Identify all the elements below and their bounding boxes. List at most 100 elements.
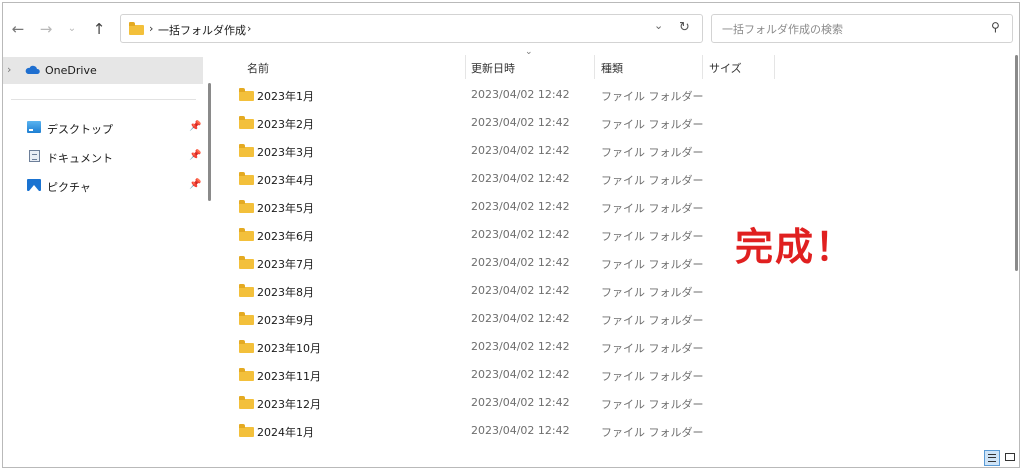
nav-item-label: デスクトップ (47, 123, 113, 136)
search-icon[interactable]: ⚲ (991, 20, 1000, 34)
search-input[interactable] (720, 20, 974, 38)
table-row[interactable]: 2023年3月 2023/04/02 12:42 ファイル フォルダー (231, 137, 791, 165)
forward-button[interactable]: → (37, 20, 55, 38)
nav-item-onedrive[interactable]: › OneDrive (3, 57, 203, 84)
column-header-type[interactable]: 種類 (601, 60, 623, 76)
file-name[interactable]: 2023年7月 (257, 256, 314, 272)
table-row[interactable]: 2023年11月 2023/04/02 12:42 ファイル フォルダー (231, 361, 791, 389)
modified-date: 2023/04/02 12:42 (471, 396, 570, 409)
nav-scrollbar[interactable] (208, 83, 211, 201)
navigation-pane: › OneDrive デスクトップ 📌 ドキュメント 📌 ピクチャ 📌 (3, 51, 203, 468)
modified-date: 2023/04/02 12:42 (471, 88, 570, 101)
table-row[interactable]: 2023年7月 2023/04/02 12:42 ファイル フォルダー (231, 249, 791, 277)
details-view-icon[interactable] (984, 450, 1000, 466)
table-row[interactable]: 2023年9月 2023/04/02 12:42 ファイル フォルダー (231, 305, 791, 333)
column-headers: 名前 更新日時 種類 サイズ (239, 55, 799, 79)
table-row[interactable]: 2023年6月 2023/04/02 12:42 ファイル フォルダー (231, 221, 791, 249)
address-dropdown-icon[interactable]: ⌄ (654, 19, 663, 32)
pictures-icon (27, 179, 41, 191)
file-name[interactable]: 2024年1月 (257, 424, 314, 440)
table-row[interactable]: 2023年1月 2023/04/02 12:42 ファイル フォルダー (231, 81, 791, 109)
file-name[interactable]: 2023年2月 (257, 116, 314, 132)
column-header-size[interactable]: サイズ (709, 60, 742, 76)
search-box[interactable]: ⚲ (711, 14, 1013, 43)
modified-date: 2023/04/02 12:42 (471, 340, 570, 353)
folder-icon (239, 340, 254, 353)
back-button[interactable]: ← (9, 20, 27, 38)
modified-date: 2023/04/02 12:42 (471, 424, 570, 437)
nav-item-desktop[interactable]: デスクトップ 📌 (23, 117, 203, 141)
table-row[interactable]: 2023年10月 2023/04/02 12:42 ファイル フォルダー (231, 333, 791, 361)
folder-icon (239, 312, 254, 325)
file-type: ファイル フォルダー (601, 90, 704, 103)
modified-date: 2023/04/02 12:42 (471, 144, 570, 157)
table-row[interactable]: 2023年4月 2023/04/02 12:42 ファイル フォルダー (231, 165, 791, 193)
column-header-name[interactable]: 名前 (247, 60, 269, 76)
file-type: ファイル フォルダー (601, 286, 704, 299)
folder-icon (239, 284, 254, 297)
column-header-date[interactable]: 更新日時 (471, 60, 515, 76)
modified-date: 2023/04/02 12:42 (471, 228, 570, 241)
column-divider[interactable] (774, 55, 775, 79)
file-type: ファイル フォルダー (601, 230, 704, 243)
folder-icon (239, 116, 254, 129)
address-bar[interactable]: › 一括フォルダ作成 › ⌄ ↻ (120, 14, 703, 43)
toolbar: ← → ⌄ ↑ › 一括フォルダ作成 › ⌄ ↻ ⚲ (3, 3, 1019, 51)
file-type: ファイル フォルダー (601, 118, 704, 131)
breadcrumb-current[interactable]: 一括フォルダ作成 (158, 22, 246, 38)
column-divider[interactable] (465, 55, 466, 79)
folder-icon (239, 88, 254, 101)
file-name[interactable]: 2023年3月 (257, 144, 314, 160)
file-name[interactable]: 2023年8月 (257, 284, 314, 300)
folder-icon (239, 144, 254, 157)
column-divider[interactable] (702, 55, 703, 79)
file-name[interactable]: 2023年10月 (257, 340, 321, 356)
folder-icon (239, 424, 254, 437)
recent-locations-button[interactable]: ⌄ (63, 20, 81, 38)
refresh-icon[interactable]: ↻ (679, 20, 690, 35)
nav-item-label: OneDrive (45, 64, 97, 77)
nav-item-label: ドキュメント (47, 152, 113, 165)
desktop-icon (27, 121, 41, 133)
file-name[interactable]: 2023年4月 (257, 172, 314, 188)
modified-date: 2023/04/02 12:42 (471, 368, 570, 381)
expand-chevron-icon[interactable]: › (7, 63, 11, 76)
table-row[interactable]: 2023年8月 2023/04/02 12:42 ファイル フォルダー (231, 277, 791, 305)
file-type: ファイル フォルダー (601, 174, 704, 187)
file-list-scrollbar[interactable] (1015, 55, 1018, 271)
folder-icon (239, 172, 254, 185)
file-type: ファイル フォルダー (601, 258, 704, 271)
file-name[interactable]: 2023年12月 (257, 396, 321, 412)
file-name[interactable]: 2023年9月 (257, 312, 314, 328)
column-divider[interactable] (594, 55, 595, 79)
file-type: ファイル フォルダー (601, 202, 704, 215)
table-row[interactable]: 2024年1月 2023/04/02 12:42 ファイル フォルダー (231, 417, 791, 445)
modified-date: 2023/04/02 12:42 (471, 256, 570, 269)
pin-icon: 📌 (189, 179, 202, 190)
documents-icon (29, 150, 40, 162)
nav-item-documents[interactable]: ドキュメント 📌 (23, 146, 203, 170)
folder-icon (239, 200, 254, 213)
large-icons-view-icon[interactable] (1003, 450, 1019, 466)
file-type: ファイル フォルダー (601, 314, 704, 327)
folder-icon (239, 228, 254, 241)
nav-item-pictures[interactable]: ピクチャ 📌 (23, 175, 203, 199)
breadcrumb-separator[interactable]: › (247, 22, 251, 35)
pin-icon: 📌 (189, 150, 202, 161)
file-name[interactable]: 2023年1月 (257, 88, 314, 104)
folder-icon (239, 396, 254, 409)
folder-icon (239, 256, 254, 269)
table-row[interactable]: 2023年5月 2023/04/02 12:42 ファイル フォルダー (231, 193, 791, 221)
up-button[interactable]: ↑ (90, 20, 108, 38)
view-buttons (983, 449, 1021, 469)
file-name[interactable]: 2023年11月 (257, 368, 321, 384)
table-row[interactable]: 2023年2月 2023/04/02 12:42 ファイル フォルダー (231, 109, 791, 137)
file-name[interactable]: 2023年5月 (257, 200, 314, 216)
file-type: ファイル フォルダー (601, 426, 704, 439)
modified-date: 2023/04/02 12:42 (471, 200, 570, 213)
file-type: ファイル フォルダー (601, 398, 704, 411)
file-name[interactable]: 2023年6月 (257, 228, 314, 244)
table-row[interactable]: 2023年12月 2023/04/02 12:42 ファイル フォルダー (231, 389, 791, 417)
nav-divider (11, 99, 196, 100)
pin-icon: 📌 (189, 121, 202, 132)
